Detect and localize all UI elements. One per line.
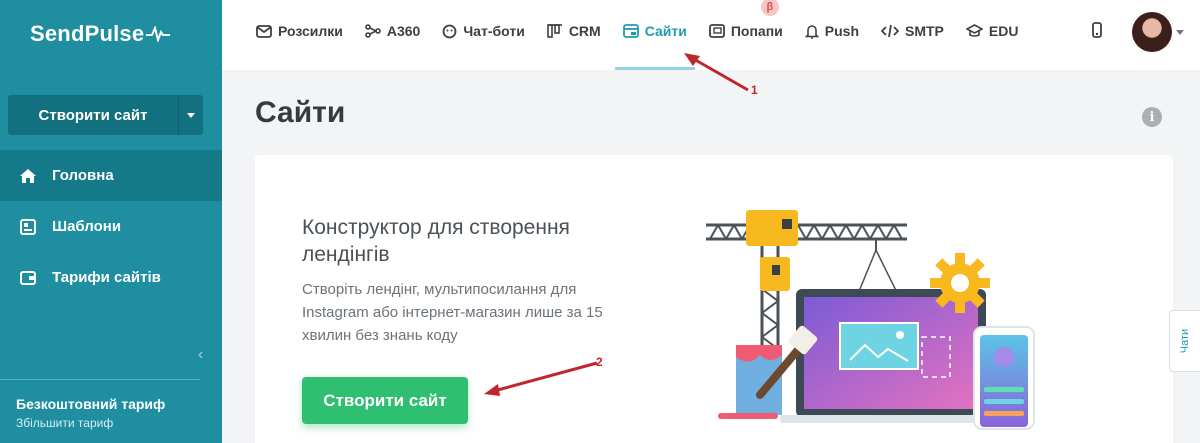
- chats-label: Чати: [1178, 328, 1191, 354]
- annotation-number-1: 1: [751, 83, 758, 97]
- crm-icon: [547, 24, 563, 38]
- tab-label: EDU: [988, 23, 1019, 39]
- tab-crm[interactable]: CRM: [547, 0, 601, 62]
- avatar[interactable]: [1132, 12, 1172, 52]
- flow-icon: [365, 24, 381, 38]
- create-site-dropdown[interactable]: [178, 95, 203, 135]
- sidebar-nav: Головна Шаблони Тарифи сайтів: [0, 150, 222, 303]
- tab-mailings[interactable]: Розсилки: [256, 0, 343, 62]
- upgrade-plan-link[interactable]: Збільшити тариф: [16, 416, 113, 430]
- card-description: Створіть лендінг, мультипосилання для In…: [302, 281, 603, 344]
- pulse-icon: [146, 26, 171, 42]
- create-site-cta-button[interactable]: Створити сайт: [302, 377, 468, 424]
- tab-label: CRM: [568, 23, 601, 39]
- phone-icon: [973, 326, 1035, 430]
- tab-label: Сайти: [644, 23, 687, 39]
- tab-edu[interactable]: EDU: [965, 0, 1019, 62]
- tab-label: A360: [386, 23, 421, 39]
- sidebar-divider: [0, 379, 200, 380]
- tab-label: Чат-боти: [463, 23, 525, 39]
- create-site-button[interactable]: Створити сайт: [8, 95, 178, 135]
- tab-label: Push: [824, 23, 859, 39]
- code-icon: [881, 24, 899, 38]
- site-icon: [622, 24, 639, 38]
- sidebar-item-home[interactable]: Головна: [0, 150, 222, 201]
- sidebar: SendPulse Створити сайт Головна Шаблони: [0, 0, 222, 443]
- wallet-icon: [18, 268, 38, 288]
- collapse-sidebar-icon[interactable]: ‹: [198, 346, 203, 364]
- home-icon: [18, 166, 38, 186]
- image-placeholder-icon: [839, 322, 919, 370]
- plan-title: Безкоштовний тариф: [16, 396, 166, 412]
- tab-push[interactable]: Push: [804, 0, 859, 62]
- annotation-number-2: 2: [596, 355, 603, 369]
- mail-icon: [256, 24, 272, 38]
- tab-smtp[interactable]: SMTP: [881, 0, 944, 62]
- top-navbar: Розсилки A360 Чат-боти CRM Сайти Попапи …: [222, 0, 1200, 70]
- website-builder-illustration: [706, 210, 1035, 430]
- beta-badge: β: [760, 0, 779, 16]
- product-tabs: Розсилки A360 Чат-боти CRM Сайти Попапи …: [256, 0, 1040, 70]
- templates-icon: [18, 217, 38, 237]
- account-caret-icon[interactable]: [1176, 30, 1184, 35]
- tab-chatbots[interactable]: Чат-боти: [442, 0, 525, 62]
- card-title: Конструктор для створення лендінгів: [302, 216, 570, 266]
- mobile-preview-icon[interactable]: [1092, 22, 1102, 43]
- page-title: Сайти: [255, 96, 346, 129]
- create-site-split-button: Створити сайт: [8, 95, 203, 135]
- tab-popups[interactable]: Попапи β: [708, 0, 783, 62]
- tab-a360[interactable]: A360: [365, 0, 420, 62]
- sidebar-item-label: Головна: [52, 167, 114, 184]
- tab-sites[interactable]: Сайти: [614, 0, 696, 70]
- popup-icon: [708, 24, 725, 38]
- sidebar-item-label: Тарифи сайтів: [52, 269, 161, 286]
- gear-icon: [930, 253, 990, 313]
- graduation-icon: [965, 24, 983, 38]
- tab-label: SMTP: [905, 23, 944, 39]
- brand-name: SendPulse: [30, 21, 145, 46]
- caret-down-icon: [187, 112, 195, 118]
- tab-label: Розсилки: [278, 23, 343, 39]
- chatbot-icon: [442, 24, 457, 39]
- bell-icon: [804, 24, 819, 39]
- sidebar-item-label: Шаблони: [52, 218, 122, 235]
- chats-side-tab[interactable]: Чати: [1169, 310, 1200, 372]
- logo[interactable]: SendPulse: [0, 0, 222, 68]
- sidebar-item-site-plans[interactable]: Тарифи сайтів: [0, 252, 222, 303]
- tab-label: Попапи: [730, 23, 783, 39]
- sidebar-item-templates[interactable]: Шаблони: [0, 201, 222, 252]
- info-icon[interactable]: i: [1142, 107, 1162, 127]
